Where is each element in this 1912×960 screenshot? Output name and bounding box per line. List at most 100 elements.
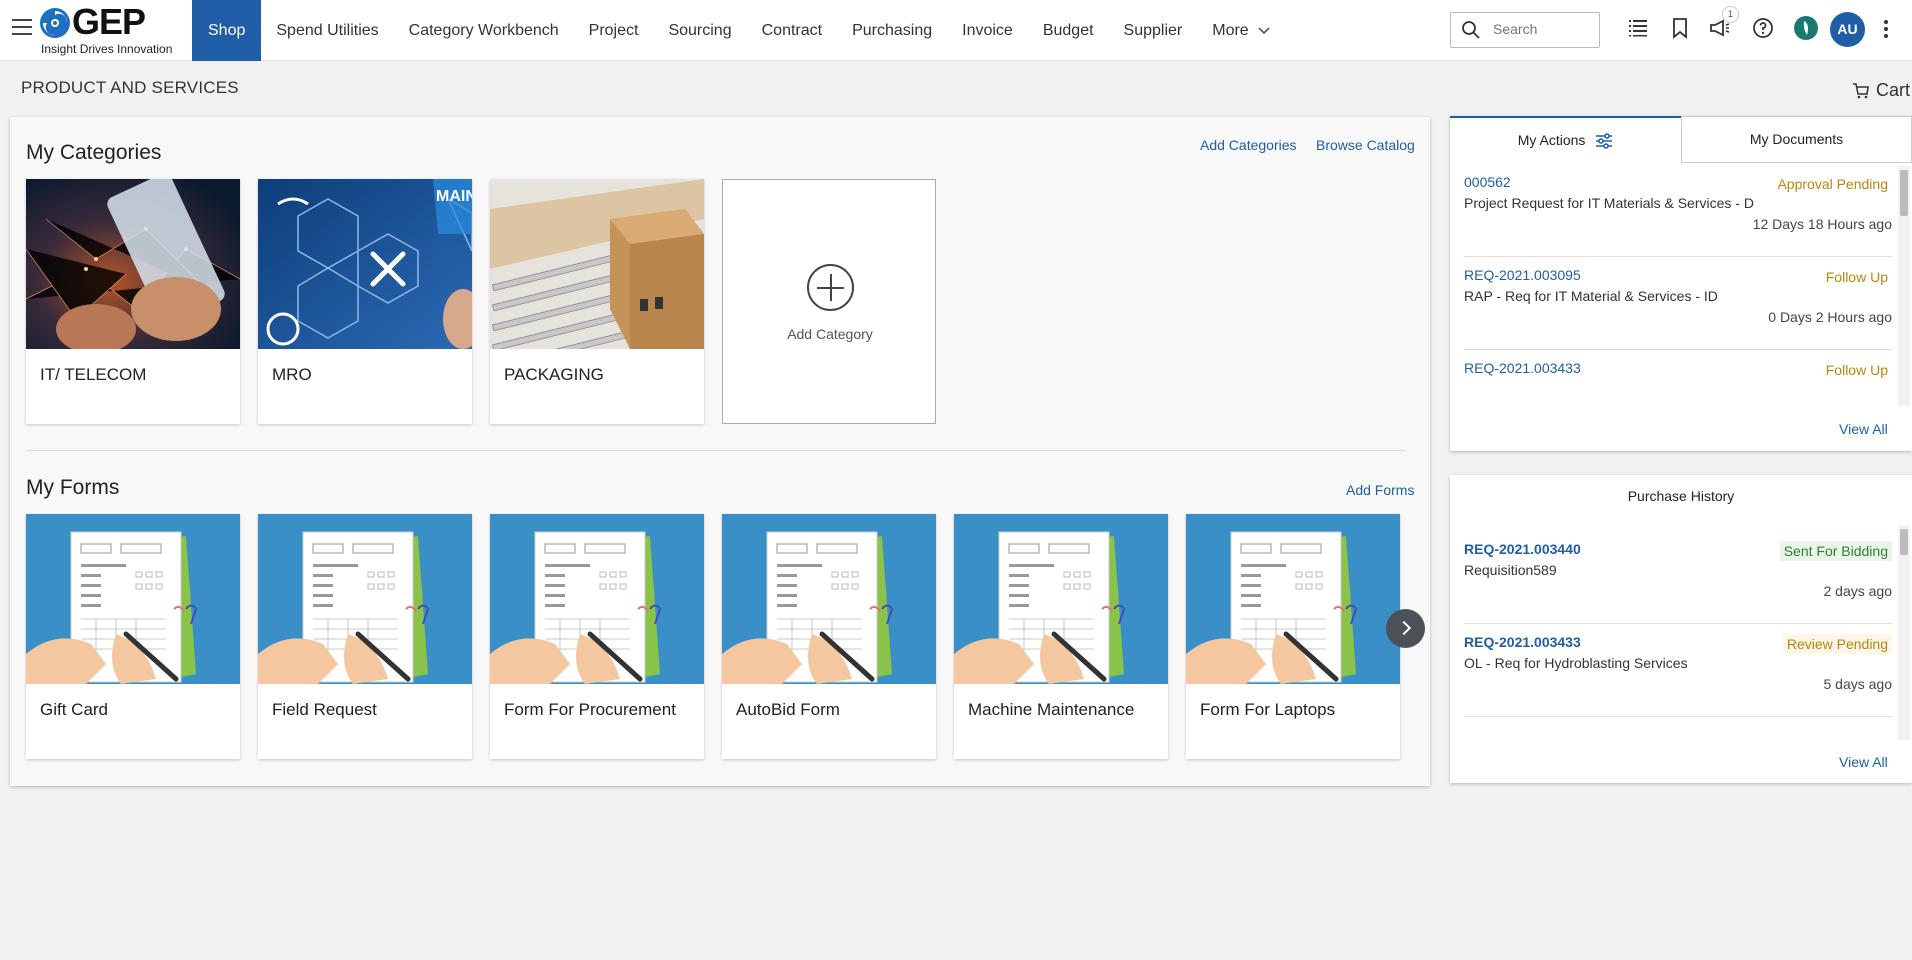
kebab-menu-icon[interactable] bbox=[1884, 20, 1890, 40]
form-label: Form For Procurement bbox=[504, 700, 676, 719]
list-item[interactable]: 000562 Approval Pending Project Request fo… bbox=[1464, 164, 1892, 257]
notification-count-badge: 1 bbox=[1722, 6, 1739, 23]
form-card[interactable]: AutoBid Form bbox=[722, 514, 936, 759]
form-illustration-image bbox=[954, 514, 1168, 684]
purchase-history-list: REQ-2021.003440 Sent For Bidding Requisiti… bbox=[1450, 530, 1898, 740]
purchase-history-scrollbar-thumb[interactable] bbox=[1900, 529, 1908, 555]
forms-next-arrow-button[interactable] bbox=[1386, 609, 1425, 648]
bookmark-icon[interactable] bbox=[1668, 16, 1692, 40]
form-illustration-image bbox=[490, 514, 704, 684]
document-number-link[interactable]: REQ-2021.003433 bbox=[1464, 634, 1581, 650]
nav-invoice[interactable]: Invoice bbox=[947, 0, 1028, 61]
purchase-history-panel: Purchase History REQ-2021.003440 Sent For… bbox=[1450, 475, 1912, 783]
form-label: Field Request bbox=[272, 700, 377, 719]
search-box[interactable] bbox=[1450, 12, 1600, 48]
document-number-link[interactable]: 000562 bbox=[1464, 174, 1511, 190]
category-card-mro[interactable]: MAIN & MRO bbox=[258, 179, 472, 424]
nav-spend-utilities[interactable]: Spend Utilities bbox=[261, 0, 393, 61]
form-card[interactable]: Form For Laptops bbox=[1186, 514, 1400, 759]
nav-more-label: More bbox=[1212, 22, 1249, 39]
document-number-link[interactable]: REQ-2021.003433 bbox=[1464, 360, 1581, 376]
category-label: IT/ TELECOM bbox=[40, 365, 147, 384]
nav-contract[interactable]: Contract bbox=[747, 0, 837, 61]
list-item[interactable]: REQ-2021.003433 Review Pending OL - Req fo… bbox=[1464, 624, 1892, 717]
hamburger-menu-icon[interactable] bbox=[12, 19, 32, 35]
page-title: PRODUCT AND SERVICES bbox=[21, 78, 239, 97]
search-input[interactable] bbox=[1493, 21, 1593, 37]
document-description: Requisition589 bbox=[1464, 562, 1557, 578]
it-telecom-image bbox=[26, 179, 240, 349]
actions-view-all-link[interactable]: View All bbox=[1839, 421, 1888, 437]
actions-scrollbar[interactable] bbox=[1898, 166, 1910, 406]
logo-tagline: Insight Drives Innovation bbox=[41, 42, 173, 56]
nav-purchasing[interactable]: Purchasing bbox=[837, 0, 947, 61]
nav-sourcing[interactable]: Sourcing bbox=[653, 0, 746, 61]
list-view-icon[interactable] bbox=[1626, 16, 1650, 40]
category-label: PACKAGING bbox=[504, 365, 604, 384]
status-badge: Follow Up bbox=[1825, 362, 1888, 378]
add-category-card[interactable]: Add Category bbox=[722, 179, 936, 424]
mro-image: MAIN & bbox=[258, 179, 472, 349]
form-illustration-image bbox=[258, 514, 472, 684]
timestamp: 5 days ago bbox=[1823, 676, 1893, 692]
leaf-icon bbox=[1803, 21, 1808, 35]
tab-my-actions[interactable]: My Actions bbox=[1450, 116, 1681, 163]
list-item[interactable]: REQ-2021.003095 Follow Up RAP - Req for IT… bbox=[1464, 257, 1892, 350]
top-navigation-bar: GEP Insight Drives Innovation Shop Spend… bbox=[0, 0, 1912, 61]
tab-my-documents[interactable]: My Documents bbox=[1681, 116, 1912, 163]
status-badge: Review Pending bbox=[1782, 634, 1892, 654]
status-badge: Follow Up bbox=[1825, 269, 1888, 285]
category-card-packaging[interactable]: PACKAGING bbox=[490, 179, 704, 424]
nav-shop[interactable]: Shop bbox=[192, 0, 262, 61]
form-label: Form For Laptops bbox=[1200, 700, 1336, 719]
chevron-down-icon bbox=[1258, 27, 1270, 35]
category-card-it-telecom[interactable]: IT/ TELECOM bbox=[26, 179, 240, 424]
actions-scrollbar-thumb[interactable] bbox=[1900, 170, 1908, 216]
form-illustration-image bbox=[26, 514, 240, 684]
form-card[interactable]: Field Request bbox=[258, 514, 472, 759]
document-number-link[interactable]: REQ-2021.003095 bbox=[1464, 267, 1581, 283]
nav-project[interactable]: Project bbox=[574, 0, 654, 61]
cart-label: Cart bbox=[1876, 80, 1911, 100]
list-item[interactable]: REQ-2021.003433 Follow Up bbox=[1464, 350, 1892, 411]
main-nav: Shop Spend Utilities Category Workbench … bbox=[192, 0, 1286, 61]
add-circle-icon bbox=[807, 264, 854, 311]
add-categories-link[interactable]: Add Categories bbox=[1200, 137, 1297, 153]
form-card[interactable]: Machine Maintenance bbox=[954, 514, 1168, 759]
form-card[interactable]: Form For Procurement bbox=[490, 514, 704, 759]
logo-text: GEP bbox=[72, 1, 146, 42]
document-number-link[interactable]: REQ-2021.003440 bbox=[1464, 541, 1581, 557]
nav-budget[interactable]: Budget bbox=[1028, 0, 1109, 61]
my-forms-heading: My Forms bbox=[26, 476, 120, 499]
nav-supplier[interactable]: Supplier bbox=[1109, 0, 1198, 61]
help-icon[interactable] bbox=[1751, 16, 1775, 40]
purchase-history-title: Purchase History bbox=[1627, 488, 1735, 504]
nav-more[interactable]: More bbox=[1197, 0, 1286, 61]
globe-app-icon[interactable] bbox=[1794, 16, 1818, 40]
status-badge: Approval Pending bbox=[1777, 176, 1888, 192]
gep-logo[interactable]: GEP Insight Drives Innovation bbox=[38, 1, 178, 56]
user-avatar[interactable]: AU bbox=[1830, 12, 1865, 47]
actions-list: 000562 Approval Pending Project Request fo… bbox=[1450, 163, 1898, 411]
add-forms-link[interactable]: Add Forms bbox=[1346, 482, 1414, 498]
my-actions-panel: My Actions My Documents 000562 Approval P… bbox=[1450, 116, 1912, 451]
form-label: Machine Maintenance bbox=[968, 700, 1135, 719]
purchase-history-view-all-link[interactable]: View All bbox=[1839, 754, 1888, 770]
form-label: Gift Card bbox=[40, 700, 109, 719]
form-illustration-image bbox=[722, 514, 936, 684]
mro-banner-text: MAIN & bbox=[436, 188, 472, 205]
packaging-image bbox=[490, 179, 704, 349]
list-item[interactable]: REQ-2021.003440 Sent For Bidding Requisiti… bbox=[1464, 531, 1892, 624]
timestamp: 12 Days 18 Hours ago bbox=[1752, 216, 1892, 232]
category-label: MRO bbox=[272, 365, 312, 384]
document-description: OL - Req for Hydroblasting Services bbox=[1464, 655, 1688, 671]
filter-sliders-icon bbox=[1596, 133, 1613, 150]
purchase-history-scrollbar[interactable] bbox=[1898, 525, 1910, 740]
nav-category-workbench[interactable]: Category Workbench bbox=[394, 0, 574, 61]
browse-catalog-link[interactable]: Browse Catalog bbox=[1316, 137, 1415, 153]
form-card[interactable]: Gift Card bbox=[26, 514, 240, 759]
document-description: RAP - Req for IT Material & Services - I… bbox=[1464, 288, 1718, 304]
timestamp: 0 Days 2 Hours ago bbox=[1768, 309, 1892, 325]
status-badge: Sent For Bidding bbox=[1779, 541, 1892, 561]
form-label: AutoBid Form bbox=[736, 700, 840, 719]
